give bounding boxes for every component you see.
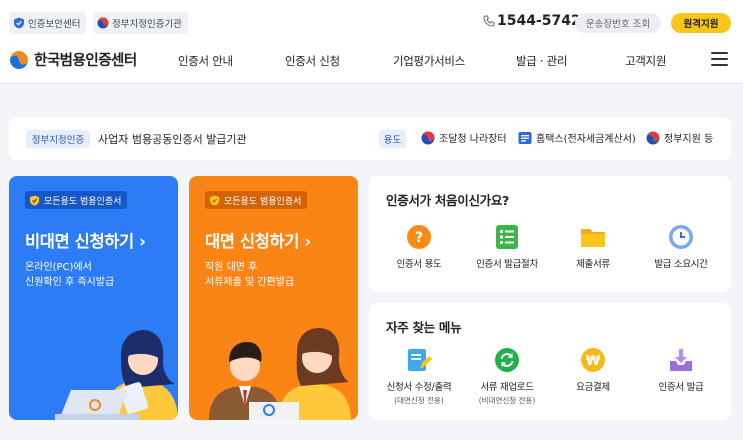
question-icon: ? <box>407 225 431 249</box>
offline-apply-title: 대면 신청하기 › <box>205 232 311 251</box>
quick-issue-process-label: 인증서 발급절차 <box>476 259 538 270</box>
quick-payment-label: 요금결제 <box>576 382 610 393</box>
offline-apply-desc: 직원 대면 후 서류제출 및 간편발급 <box>205 260 294 290</box>
use-gov-support[interactable]: 정부지원 등 <box>646 130 713 145</box>
use-hometax-label: 홈택스(전자세금계산서) <box>536 134 636 145</box>
all-purpose-badge: 모든용도 범용인증서 <box>25 191 128 209</box>
security-center-link[interactable]: 인증보안센터 <box>9 12 87 34</box>
online-apply-line1: 온라인(PC)에서 <box>25 262 92 273</box>
gov-designated-tag: 정부지정인증 <box>26 130 90 148</box>
quick-issue-process[interactable]: 인증서 발급절차 <box>463 224 551 270</box>
won-coin-icon: ₩ <box>581 348 605 372</box>
gov-certified-label: 정부지정인증기관 <box>112 19 182 30</box>
download-tray-icon <box>670 349 692 371</box>
badge-label: 모든용도 범용인증서 <box>224 196 302 207</box>
use-gov-support-label: 정부지원 등 <box>664 134 714 145</box>
nav-customer-support[interactable]: 고객지원 <box>625 53 666 69</box>
checklist-icon <box>496 225 518 249</box>
shield-icon <box>209 194 220 206</box>
use-narajangteo-label: 조달청 나라장터 <box>439 134 507 145</box>
issuer-description: 사업자 범용공동인증서 발급기관 <box>98 133 247 146</box>
badge-label: 모든용도 범용인증서 <box>44 196 122 207</box>
online-apply-desc: 온라인(PC)에서 신원확인 후 즉시발급 <box>25 260 114 290</box>
quick-edit-application-label: 신청서 수정/출력 <box>386 382 452 393</box>
online-apply-card[interactable]: 모든용도 범용인증서 비대면 신청하기 › 온라인(PC)에서 신원확인 후 즉… <box>9 176 178 420</box>
frequent-menu-panel: 자주 찾는 메뉴 신청서 수정/출력 (대면신청 전용) 서류 재업로드 (비대… <box>369 303 731 420</box>
tracking-lookup-button[interactable]: 운송장번호 조회 <box>575 13 661 33</box>
offline-apply-line1: 직원 대면 후 <box>205 262 258 273</box>
clock-icon <box>669 225 693 249</box>
svg-text:₩: ₩ <box>586 354 601 369</box>
first-time-panel: 인증서가 처음이신가요? ? 인증서 용도 인증서 발급절차 제출서류 발급 소… <box>369 176 731 292</box>
nav-issue-manage[interactable]: 발급 · 관리 <box>516 53 567 69</box>
main-navigation: 한국범용인증센터 인증서 안내 인증서 신청 기업평가서비스 발급 · 관리 고… <box>0 44 743 84</box>
taegeuk-icon <box>97 17 109 29</box>
edit-document-icon <box>408 349 432 371</box>
refresh-icon <box>495 348 519 372</box>
use-narajangteo[interactable]: 조달청 나라장터 <box>421 130 507 145</box>
quick-edit-application[interactable]: 신청서 수정/출력 (대면신청 전용) <box>375 347 463 406</box>
all-purpose-badge: 모든용도 범용인증서 <box>205 191 308 209</box>
customer-phone[interactable]: 1544-5742 <box>483 13 581 29</box>
hamburger-menu-icon[interactable] <box>711 52 728 66</box>
online-apply-title: 비대면 신청하기 › <box>25 232 146 251</box>
brand-swirl-icon <box>10 50 28 69</box>
counter-staff-illustration <box>209 328 351 420</box>
use-hometax[interactable]: 홈택스(전자세금계산서) <box>518 130 636 145</box>
shield-icon <box>14 17 24 29</box>
brand-name: 한국범용인증센터 <box>34 53 137 69</box>
quick-documents-label: 제출서류 <box>576 259 610 270</box>
hometax-icon <box>518 131 532 144</box>
quick-cert-usage[interactable]: ? 인증서 용도 <box>375 224 463 270</box>
quick-reupload-docs-sub: (비대면신청 전용) <box>478 396 536 405</box>
svg-text:?: ? <box>415 230 423 246</box>
first-time-title: 인증서가 처음이신가요? <box>386 193 510 208</box>
usage-tag: 용도 <box>379 130 406 148</box>
taegeuk-icon <box>421 131 435 144</box>
phone-icon <box>483 15 495 27</box>
nav-cert-guide[interactable]: 인증서 안내 <box>178 53 233 69</box>
quick-issue-time-label: 발급 소요시간 <box>654 259 708 270</box>
quick-issue-time[interactable]: 발급 소요시간 <box>637 224 725 270</box>
top-utility-bar: 인증보안센터 정부지정인증기관 1544-5742 운송장번호 조회 원격지원 <box>0 0 743 44</box>
offline-apply-line2: 서류제출 및 간편발급 <box>205 277 295 288</box>
quick-documents[interactable]: 제출서류 <box>549 224 637 270</box>
offline-apply-card[interactable]: 모든용도 범용인증서 대면 신청하기 › 직원 대면 후 서류제출 및 간편발급 <box>189 176 358 420</box>
gov-swirl-icon <box>646 131 660 144</box>
quick-cert-usage-label: 인증서 용도 <box>396 259 442 270</box>
frequent-menu-title: 자주 찾는 메뉴 <box>386 320 462 335</box>
site-logo[interactable]: 한국범용인증센터 <box>9 49 137 70</box>
shield-icon <box>29 194 40 206</box>
nav-business-evaluation[interactable]: 기업평가서비스 <box>393 53 465 69</box>
security-center-label: 인증보안센터 <box>28 19 81 30</box>
quick-reupload-docs-label: 서류 재업로드 <box>480 382 534 393</box>
quick-cert-issue[interactable]: 인증서 발급 <box>637 347 725 393</box>
quick-payment[interactable]: ₩ 요금결제 <box>549 347 637 393</box>
quick-edit-application-sub: (대면신청 전용) <box>394 396 444 405</box>
remote-support-button[interactable]: 원격지원 <box>671 13 731 33</box>
nav-cert-apply[interactable]: 인증서 신청 <box>285 53 340 69</box>
phone-number: 1544-5742 <box>497 13 581 29</box>
laptop-woman-illustration <box>55 330 178 420</box>
quick-cert-issue-label: 인증서 발급 <box>658 382 704 393</box>
online-apply-line2: 신원확인 후 즉시발급 <box>25 277 115 288</box>
gov-certified-link[interactable]: 정부지정인증기관 <box>93 12 188 34</box>
info-strip: 정부지정인증 사업자 범용공동인증서 발급기관 용도 조달청 나라장터 홈택스(… <box>9 118 731 160</box>
folder-icon <box>581 229 605 247</box>
quick-reupload-docs[interactable]: 서류 재업로드 (비대면신청 전용) <box>463 347 551 406</box>
